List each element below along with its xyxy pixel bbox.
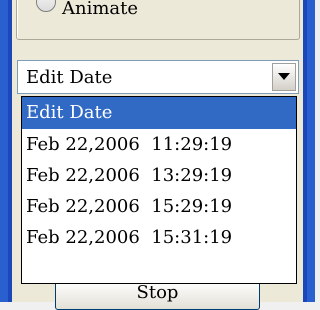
dropdown-option[interactable]: Feb 22,2006 11:29:19 xyxy=(22,129,296,160)
animate-radio-label: Animate xyxy=(62,0,139,19)
date-select-value: Edit Date xyxy=(26,67,113,88)
dropdown-option[interactable]: Feb 22,2006 15:29:19 xyxy=(22,191,296,222)
options-groupbox xyxy=(16,0,300,40)
dropdown-option[interactable]: Feb 22,2006 15:31:19 xyxy=(22,222,296,253)
dropdown-arrow-button[interactable] xyxy=(272,63,296,91)
date-select[interactable]: Edit Date xyxy=(17,60,299,94)
window-frame-left xyxy=(0,0,12,302)
stop-button-label: Stop xyxy=(136,282,179,303)
dropdown-option[interactable]: Feb 22,2006 13:29:19 xyxy=(22,160,296,191)
window-frame-right xyxy=(303,0,315,302)
date-dropdown-list: Edit Date Feb 22,2006 11:29:19 Feb 22,20… xyxy=(21,96,297,284)
dropdown-option[interactable]: Edit Date xyxy=(22,97,296,129)
stop-button[interactable]: Stop xyxy=(55,280,260,310)
control-panel: Animate Edit Date Stop Edit Date Feb 22,… xyxy=(0,0,315,310)
chevron-down-icon xyxy=(278,73,290,80)
